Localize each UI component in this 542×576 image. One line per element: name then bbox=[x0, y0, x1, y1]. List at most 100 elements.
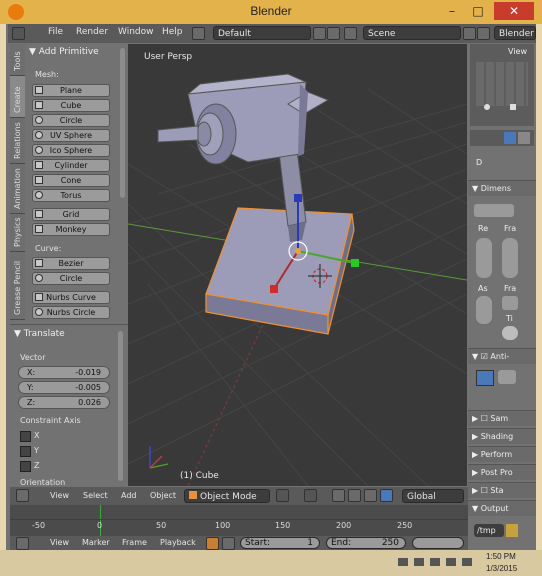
constraint-y-checkbox[interactable] bbox=[20, 446, 31, 457]
menu-add[interactable]: Add bbox=[121, 491, 137, 500]
operator-scrollbar[interactable] bbox=[118, 331, 123, 481]
network-icon[interactable] bbox=[414, 558, 424, 566]
timeline-menu-view[interactable]: View bbox=[50, 538, 69, 547]
menu-file[interactable]: File bbox=[48, 27, 63, 37]
folder-icon[interactable] bbox=[506, 524, 518, 537]
add-ico-sphere-button[interactable]: Ico Sphere bbox=[32, 144, 110, 157]
add-grid-button[interactable]: Grid bbox=[32, 208, 110, 221]
vector-z-field[interactable]: Z: 0.026 bbox=[18, 396, 110, 409]
constraint-z-checkbox[interactable] bbox=[20, 461, 31, 472]
toolshelf-scrollbar[interactable] bbox=[120, 48, 125, 198]
add-uv-sphere-button[interactable]: UV Sphere bbox=[32, 129, 110, 142]
rotate-icon[interactable] bbox=[364, 489, 377, 502]
viewport-shading-icon[interactable] bbox=[276, 489, 289, 502]
tab-grease-pencil[interactable]: Grease Pencil bbox=[10, 252, 25, 320]
anti-aliasing-panel-header[interactable]: ▼ ☑ Anti- bbox=[468, 348, 536, 364]
screen-layout-field[interactable]: Default bbox=[213, 26, 311, 40]
outliner-view-menu[interactable]: View bbox=[508, 47, 527, 56]
tab-create[interactable]: Create bbox=[10, 76, 25, 118]
layout-grid-icon[interactable] bbox=[192, 27, 205, 40]
aspect-x-field[interactable] bbox=[476, 296, 492, 324]
post-processing-panel[interactable]: ▶ Post Pro bbox=[468, 464, 536, 480]
menu-view[interactable]: View bbox=[50, 491, 69, 500]
cube-object[interactable] bbox=[205, 207, 355, 335]
scene-properties-icon[interactable] bbox=[518, 132, 530, 144]
menu-object[interactable]: Object bbox=[150, 491, 176, 500]
y-handle-icon[interactable] bbox=[270, 285, 278, 293]
menu-render[interactable]: Render bbox=[76, 27, 108, 37]
menu-select[interactable]: Select bbox=[83, 491, 108, 500]
constraint-x-checkbox[interactable] bbox=[20, 431, 31, 442]
outliner-list[interactable] bbox=[476, 62, 528, 106]
stamp-panel[interactable]: ▶ ☐ Sta bbox=[468, 482, 536, 498]
manipulator-toggle-icon[interactable] bbox=[332, 489, 345, 502]
camera-icon[interactable] bbox=[510, 104, 516, 110]
clock-time[interactable]: 1:50 PM bbox=[486, 552, 516, 561]
tab-tools[interactable]: Tools bbox=[10, 44, 25, 76]
render-presets-button[interactable] bbox=[474, 204, 514, 217]
mode-selector[interactable]: Object Mode bbox=[184, 489, 270, 503]
aa-sample-button[interactable] bbox=[476, 370, 494, 386]
add-cylinder-button[interactable]: Cylinder bbox=[32, 159, 110, 172]
tab-relations[interactable]: Relations bbox=[10, 118, 25, 164]
sampled-motion-panel[interactable]: ▶ ☐ Sam bbox=[468, 410, 536, 426]
vector-x-field[interactable]: X: -0.019 bbox=[18, 366, 110, 379]
frame-start-field[interactable] bbox=[502, 238, 518, 278]
remove-layout-icon[interactable] bbox=[327, 27, 340, 40]
scene-icon[interactable] bbox=[344, 27, 357, 40]
shading-panel[interactable]: ▶ Shading bbox=[468, 428, 536, 444]
panel-add-primitive-header[interactable]: ▼ Add Primitive bbox=[29, 45, 99, 59]
dimensions-panel-header[interactable]: ▼ Dimens bbox=[468, 180, 536, 196]
add-cube-button[interactable]: Cube bbox=[32, 99, 110, 112]
add-nurbs-curve-button[interactable]: Nurbs Curve bbox=[32, 291, 110, 304]
flag-icon[interactable] bbox=[430, 558, 440, 566]
volume-icon[interactable] bbox=[462, 558, 472, 566]
outliner[interactable]: View bbox=[470, 44, 534, 126]
add-circle-button[interactable]: Circle bbox=[32, 114, 110, 127]
timeline-menu-frame[interactable]: Frame bbox=[122, 538, 147, 547]
minimize-button[interactable]: – bbox=[440, 2, 464, 20]
render-properties-icon[interactable] bbox=[504, 132, 516, 144]
editor-type-timeline-icon[interactable] bbox=[16, 537, 29, 550]
eye-icon[interactable] bbox=[484, 104, 490, 110]
scale-icon[interactable] bbox=[380, 489, 393, 502]
add-nurbs-circle-button[interactable]: Nurbs Circle bbox=[32, 306, 110, 319]
menu-help[interactable]: Help bbox=[162, 27, 183, 37]
editor-type-icon[interactable] bbox=[12, 27, 25, 40]
clock-date[interactable]: 1/3/2015 bbox=[486, 564, 517, 573]
pivot-point-icon[interactable] bbox=[304, 489, 317, 502]
resolution-x-field[interactable] bbox=[476, 238, 492, 278]
aa-filter-field[interactable] bbox=[498, 370, 516, 384]
output-path-field[interactable]: /tmp bbox=[474, 524, 504, 537]
tray-arrow-icon[interactable] bbox=[398, 558, 408, 566]
end-frame-field[interactable]: End: 250 bbox=[326, 537, 406, 549]
remove-scene-icon[interactable] bbox=[477, 27, 490, 40]
vector-y-field[interactable]: Y: -0.005 bbox=[18, 381, 110, 394]
add-plane-button[interactable]: Plane bbox=[32, 84, 110, 97]
time-remap-field[interactable] bbox=[502, 326, 518, 340]
add-curve-circle-button[interactable]: Circle bbox=[32, 272, 110, 285]
add-layout-icon[interactable] bbox=[313, 27, 326, 40]
start-frame-field[interactable]: Start: 1 bbox=[240, 537, 320, 549]
timeline[interactable]: -50 0 50 100 150 200 250 bbox=[10, 505, 468, 536]
render-engine-field[interactable]: Blender R bbox=[494, 26, 536, 40]
operator-panel-header[interactable]: ▼ Translate bbox=[14, 327, 65, 341]
x-handle-icon[interactable] bbox=[351, 259, 359, 267]
add-monkey-button[interactable]: Monkey bbox=[32, 223, 110, 236]
editor-type-3d-icon[interactable] bbox=[16, 489, 29, 502]
output-panel[interactable]: ▼ Output bbox=[468, 500, 536, 516]
preview-range-icon[interactable] bbox=[222, 537, 235, 550]
viewport-canvas[interactable] bbox=[128, 44, 467, 486]
menu-window[interactable]: Window bbox=[118, 27, 154, 37]
3d-viewport[interactable]: User Persp (1) Cube bbox=[128, 44, 467, 486]
z-handle-icon[interactable] bbox=[294, 194, 302, 202]
scene-field[interactable]: Scene bbox=[363, 26, 461, 40]
transform-orientation-field[interactable]: Global bbox=[402, 489, 464, 503]
properties-tabs[interactable] bbox=[470, 130, 534, 146]
add-cone-button[interactable]: Cone bbox=[32, 174, 110, 187]
add-scene-icon[interactable] bbox=[463, 27, 476, 40]
add-torus-button[interactable]: Torus bbox=[32, 189, 110, 202]
record-keyframe-icon[interactable] bbox=[206, 537, 219, 550]
close-button[interactable]: ✕ bbox=[494, 2, 534, 20]
frame-rate-field[interactable] bbox=[502, 296, 518, 310]
